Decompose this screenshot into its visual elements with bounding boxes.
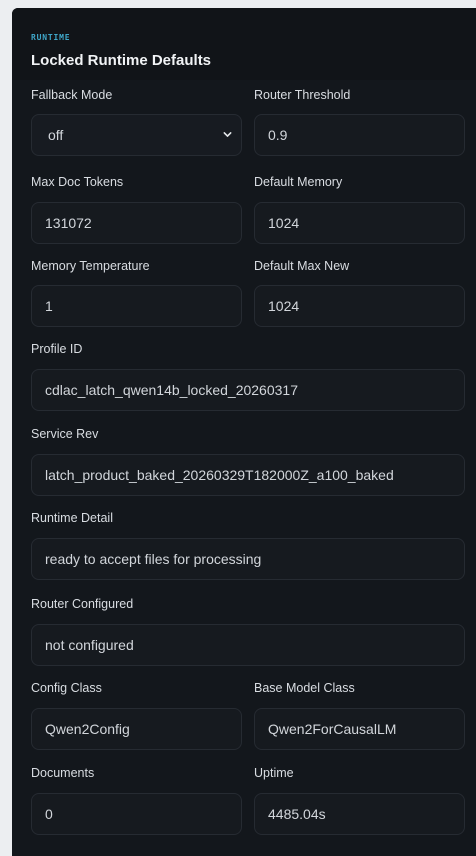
chevron-down-icon: [223, 132, 232, 137]
default-max-new-input[interactable]: 1024: [254, 285, 465, 327]
base-model-class-label: Base Model Class: [254, 681, 355, 695]
max-doc-tokens-input[interactable]: 131072: [31, 202, 242, 244]
max-doc-tokens-label: Max Doc Tokens: [31, 175, 124, 189]
documents-input[interactable]: 0: [31, 793, 242, 835]
profile-id-input[interactable]: cdlac_latch_qwen14b_locked_20260317: [31, 369, 465, 411]
memory-temperature-label: Memory Temperature: [31, 259, 150, 273]
fallback-mode-value: off: [48, 127, 64, 143]
documents-label: Documents: [31, 766, 95, 780]
config-class-label: Config Class: [31, 681, 102, 695]
uptime-label: Uptime: [254, 766, 294, 780]
panel-header: RUNTIME Locked Runtime Defaults: [12, 8, 476, 80]
default-memory-label: Default Memory: [254, 175, 343, 189]
runtime-detail-input[interactable]: ready to accept files for processing: [31, 538, 465, 580]
base-model-class-input[interactable]: Qwen2ForCausalLM: [254, 708, 465, 750]
router-configured-label: Router Configured: [31, 597, 134, 611]
runtime-detail-label: Runtime Detail: [31, 511, 113, 525]
panel-title: Locked Runtime Defaults: [31, 52, 212, 69]
section-eyebrow: RUNTIME: [31, 33, 71, 42]
config-class-input[interactable]: Qwen2Config: [31, 708, 242, 750]
fallback-mode-label: Fallback Mode: [31, 88, 113, 102]
runtime-panel: RUNTIME Locked Runtime Defaults Fallback…: [12, 8, 476, 856]
default-memory-input[interactable]: 1024: [254, 202, 465, 244]
router-threshold-input[interactable]: 0.9: [254, 114, 465, 156]
memory-temperature-input[interactable]: 1: [31, 285, 242, 327]
fallback-mode-select[interactable]: off: [31, 114, 242, 156]
default-max-new-label: Default Max New: [254, 259, 350, 273]
service-rev-label: Service Rev: [31, 427, 99, 441]
service-rev-input[interactable]: latch_product_baked_20260329T182000Z_a10…: [31, 454, 465, 496]
router-threshold-label: Router Threshold: [254, 88, 351, 102]
uptime-input[interactable]: 4485.04s: [254, 793, 465, 835]
router-configured-input[interactable]: not configured: [31, 624, 465, 666]
profile-id-label: Profile ID: [31, 342, 83, 356]
